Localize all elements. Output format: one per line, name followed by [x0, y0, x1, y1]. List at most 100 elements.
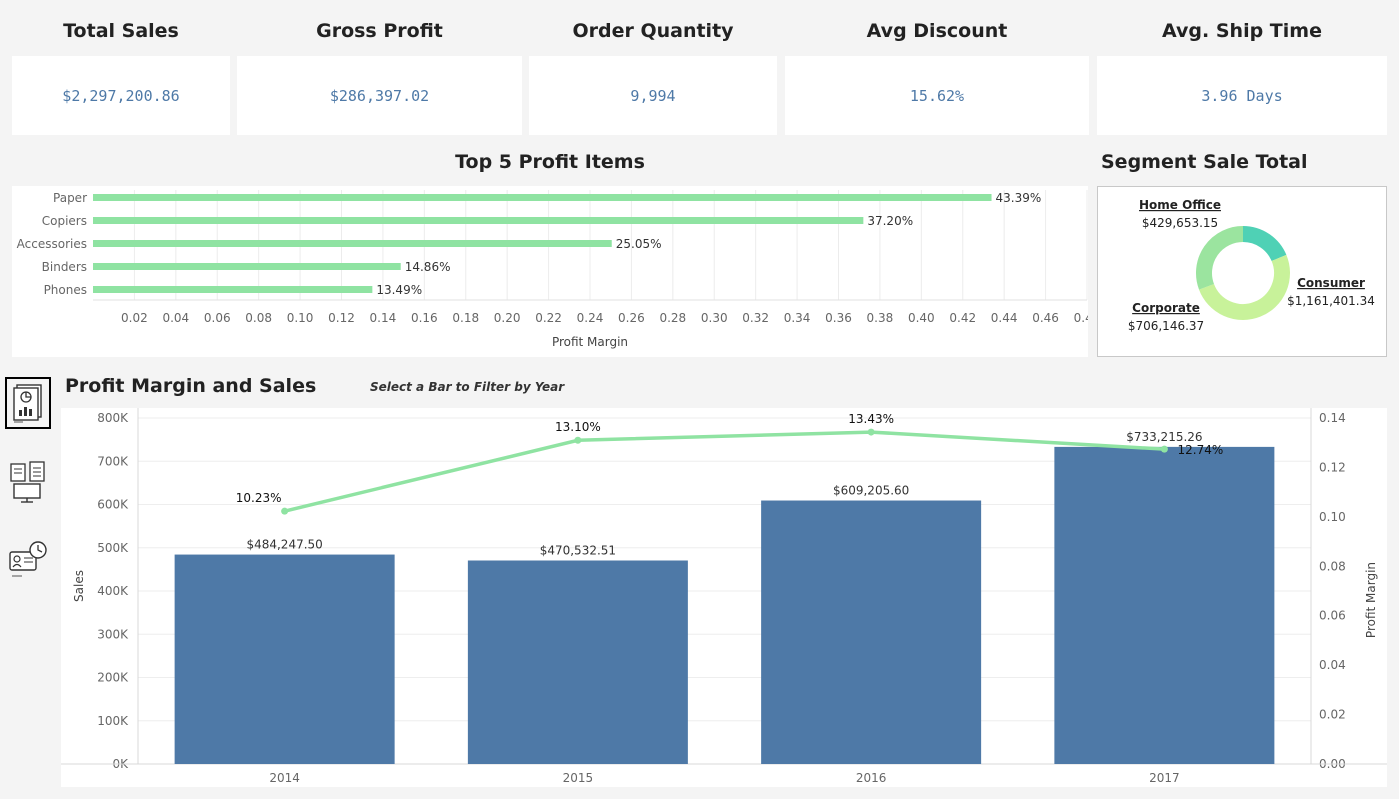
nav-documents-button[interactable] [5, 458, 51, 508]
combo-chart-panel: 0K 100K 200K 300K 400K 500K 600K 700K 800K 0.00 0.… [61, 408, 1387, 787]
bar-phones [93, 286, 373, 293]
x-tick-label: 2015 [563, 771, 594, 785]
donut-slice-value: $429,653.15 [1142, 216, 1218, 230]
dashboard-report-icon [13, 384, 42, 423]
top-items-panel: 0.02 0.04 0.06 0.08 0.10 0.12 0.14 0.16 0.18 0.20… [12, 186, 1100, 357]
donut-slice-consumer [1199, 254, 1290, 321]
kpi-card-gross-profit[interactable]: $286,397.02 [237, 56, 522, 135]
kpi-card-avg-ship-time[interactable]: 3.96 Days [1097, 56, 1387, 135]
x-tick-label: 0.08 [245, 311, 272, 325]
sales-bar-2017[interactable] [1054, 446, 1275, 764]
x-tick-label: 0.10 [287, 311, 314, 325]
kpi-title-total-sales: Total Sales [63, 20, 179, 42]
kpi-value-gross-profit: $286,397.02 [329, 86, 430, 105]
y-tick-label: 300K [97, 627, 129, 641]
x-tick-label: 0.32 [742, 311, 769, 325]
y2-tick-label: 0.10 [1319, 510, 1346, 524]
x-tick-label: 0.46 [1032, 311, 1059, 325]
kpi-title-order-quantity: Order Quantity [572, 20, 734, 42]
kpi-value-avg-ship-time: 3.96 Days [1201, 86, 1283, 105]
bar-binders [93, 263, 401, 270]
donut-slice-name: Consumer [1297, 276, 1365, 290]
sales-bar-label: $609,205.60 [833, 484, 909, 498]
bar-data-label: 43.39% [996, 191, 1042, 205]
x-tick-label: 0.42 [949, 311, 976, 325]
segment-panel: Home Office $429,653.15 Consumer $1,161,401… [1097, 186, 1387, 357]
donut-slice-name: Corporate [1132, 301, 1200, 315]
profit-margin-point [574, 436, 582, 444]
x-tick-label: 0.36 [825, 311, 852, 325]
y2-tick-label: 0.14 [1319, 411, 1346, 425]
kpi-card-total-sales[interactable]: $2,297,200.86 [12, 56, 230, 135]
sales-bar-2014[interactable] [174, 554, 395, 764]
y-tick-label: 100K [97, 714, 129, 728]
profit-margin-label: 10.23% [236, 491, 282, 505]
kpi-title-avg-ship-time: Avg. Ship Time [1162, 20, 1322, 42]
x-tick-label: 2014 [269, 771, 300, 785]
bar-paper [93, 194, 992, 201]
sales-bar-label: $733,215.26 [1126, 430, 1202, 444]
kpi-title-gross-profit: Gross Profit [316, 20, 443, 42]
x-tick-label: 0.28 [659, 311, 686, 325]
y-axis-title: Sales [72, 570, 86, 602]
y-category-label: Copiers [42, 214, 87, 228]
profit-margin-label: 12.74% [1177, 443, 1223, 457]
bar-copiers [93, 217, 864, 224]
bar-data-label: 14.86% [405, 260, 451, 274]
kpi-value-avg-discount: 15.62% [909, 86, 965, 105]
x-tick-label: 0.48 [1074, 311, 1088, 325]
profit-margin-sales-chart: 0K100K200K300K400K500K600K700K800K0.000.… [61, 408, 1387, 785]
kpi-value-total-sales: $2,297,200.86 [62, 86, 180, 105]
sales-bar-2015[interactable] [467, 560, 688, 764]
documents-computer-icon [10, 461, 45, 503]
x-axis-title: Profit Margin [552, 335, 628, 349]
x-tick-label: 0.44 [991, 311, 1018, 325]
profit-margin-label: 13.43% [848, 412, 894, 426]
y2-tick-label: 0.04 [1319, 658, 1346, 672]
segment-title: Segment Sale Total [1101, 151, 1308, 173]
bar-data-label: 37.20% [867, 214, 913, 228]
x-tick-label: 0.12 [328, 311, 355, 325]
combo-chart-title: Profit Margin and Sales [65, 375, 317, 397]
x-tick-label: 0.30 [701, 311, 728, 325]
kpi-value-order-quantity: 9,994 [630, 86, 676, 105]
y-tick-label: 700K [97, 454, 129, 468]
nav-dashboard-button[interactable] [5, 377, 51, 429]
profit-margin-point [867, 428, 875, 436]
y2-tick-label: 0.06 [1319, 609, 1346, 623]
bar-data-label: 25.05% [616, 237, 662, 251]
donut-slice-corporate [1196, 226, 1244, 290]
top-items-chart: 0.02 0.04 0.06 0.08 0.10 0.12 0.14 0.16 0.18 0.20… [17, 190, 1100, 349]
y2-axis-title: Profit Margin [1364, 562, 1378, 638]
y-category-label: Binders [42, 260, 87, 274]
y-tick-label: 400K [97, 584, 129, 598]
y-tick-label: 800K [97, 411, 129, 425]
kpi-card-avg-discount[interactable]: 15.62% [785, 56, 1089, 135]
x-tick-label: 0.22 [535, 311, 562, 325]
filter-hint: Select a Bar to Filter by Year [370, 380, 565, 394]
y-category-label: Paper [53, 191, 87, 205]
bar-accessories [93, 240, 612, 247]
x-tick-label: 0.18 [452, 311, 479, 325]
y-tick-label: 500K [97, 541, 129, 555]
profit-margin-line [284, 430, 1165, 513]
sales-bar-2016[interactable] [761, 500, 982, 764]
x-tick-label: 2016 [856, 771, 887, 785]
profit-margin-label: 13.10% [555, 420, 601, 434]
kpi-card-order-quantity[interactable]: 9,994 [529, 56, 777, 135]
donut-slice-name: Home Office [1139, 198, 1221, 212]
top-items-title: Top 5 Profit Items [455, 151, 645, 173]
x-tick-label: 0.40 [908, 311, 935, 325]
y-category-label: Phones [44, 283, 87, 297]
sales-bar-label: $470,532.51 [540, 543, 616, 557]
profit-margin-point [1160, 445, 1168, 453]
y2-tick-label: 0.08 [1319, 559, 1346, 573]
x-tick-label: 0.16 [411, 311, 438, 325]
kpi-title-avg-discount: Avg Discount [866, 20, 1008, 42]
y2-tick-label: 0.02 [1319, 708, 1346, 722]
donut-slice-home-office [1242, 226, 1287, 262]
y2-tick-label: 0.12 [1319, 460, 1346, 474]
x-tick-label: 0.14 [370, 311, 397, 325]
x-tick-label: 0.02 [121, 311, 148, 325]
nav-contacts-button[interactable] [5, 535, 51, 585]
